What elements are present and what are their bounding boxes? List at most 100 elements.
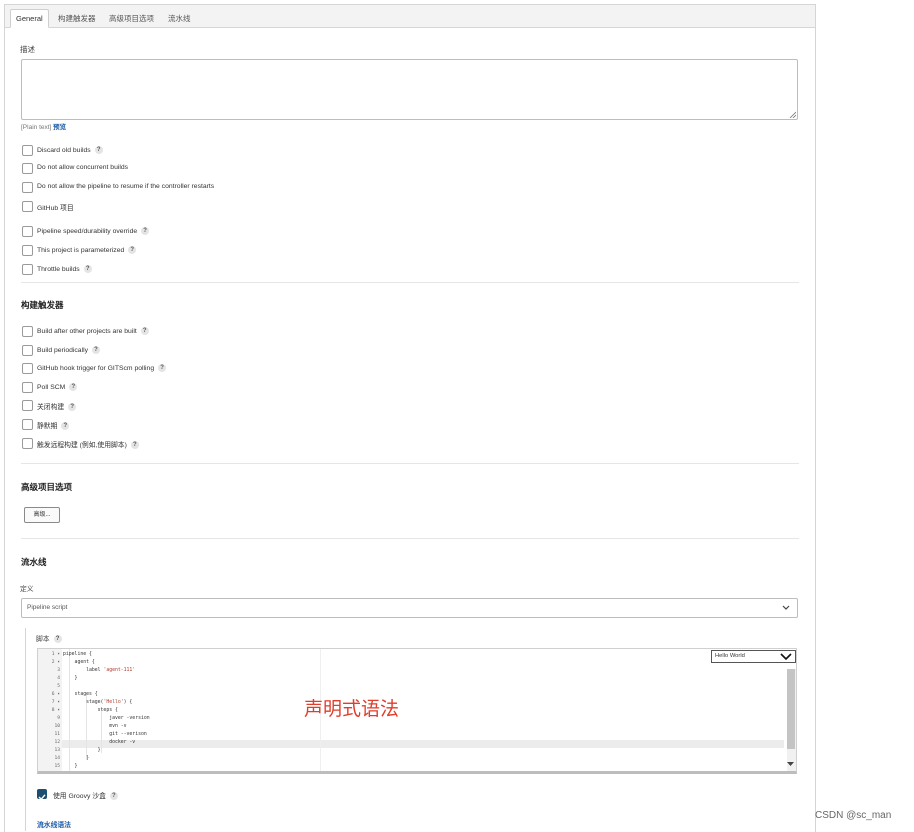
help-icon[interactable]: ?	[83, 265, 92, 273]
sample-script-select[interactable]: Hello World	[711, 650, 796, 663]
script-label: 脚本	[36, 636, 50, 643]
chevron-down-icon	[780, 653, 792, 661]
definition-selected-value: Pipeline script	[27, 604, 68, 611]
help-icon[interactable]: ?	[109, 792, 118, 801]
groovy-sandbox-label: 使用 Groovy 沙盒	[53, 793, 106, 800]
help-icon[interactable]: ?	[53, 635, 62, 644]
checkbox[interactable]	[22, 326, 33, 337]
line-number: 6 ▾	[51, 692, 60, 697]
tab-build-triggers[interactable]: 构建触发器	[53, 10, 101, 28]
editor-scrollbar-thumb[interactable]	[787, 669, 795, 749]
help-icon[interactable]: ?	[141, 227, 150, 235]
active-line-highlight	[62, 740, 784, 748]
help-icon[interactable]: ?	[69, 383, 78, 391]
code-line: }	[63, 756, 89, 761]
plain-text-label: [Plain text]	[21, 124, 52, 131]
section-divider	[21, 463, 799, 464]
groovy-sandbox-label-row: 使用 Groovy 沙盒?	[53, 790, 118, 801]
line-number: 2 ▾	[51, 660, 60, 665]
code-string: 'Hello'	[103, 700, 124, 705]
tab-advanced-options[interactable]: 高级项目选项	[104, 10, 159, 28]
checkbox[interactable]	[22, 182, 33, 193]
pipeline-syntax-link[interactable]: 流水线语法	[37, 819, 71, 829]
checkbox[interactable]	[22, 245, 33, 256]
checkbox[interactable]	[22, 264, 33, 275]
help-icon[interactable]: ?	[92, 346, 101, 354]
code-string: 'agent-111'	[103, 668, 136, 673]
watermark: CSDN @sc_man	[815, 810, 892, 821]
line-number: 8 ▾	[51, 708, 60, 713]
option-label: Do not allow concurrent builds	[37, 164, 129, 171]
line-number: 15	[54, 764, 60, 769]
checkbox[interactable]	[22, 438, 33, 449]
code-line: docker -v	[63, 740, 135, 745]
tab-general[interactable]: General	[10, 9, 49, 28]
code-text: steps {	[63, 708, 118, 713]
help-icon[interactable]: ?	[130, 441, 139, 450]
help-icon[interactable]: ?	[128, 246, 137, 254]
code-line: }	[63, 676, 78, 681]
code-text: javer -version	[63, 716, 150, 721]
option-label: GitHub hook trigger for GITScm polling	[37, 364, 155, 372]
code-line: }	[63, 748, 101, 753]
definition-label: 定义	[20, 586, 34, 593]
code-line: stage('Hello') {	[63, 700, 132, 705]
help-icon[interactable]: ?	[68, 403, 77, 412]
section-divider	[21, 282, 799, 283]
code-text: stages {	[63, 692, 98, 697]
script-editor[interactable]: 1 ▾ pipeline {2 ▾ agent {3 label 'agent-1…	[37, 648, 797, 774]
option-label: GitHub 项目	[37, 205, 74, 212]
option-label: Build periodically	[37, 346, 89, 354]
checkbox[interactable]	[22, 145, 33, 156]
line-number: 10	[54, 724, 60, 729]
script-label-row: 脚本?	[36, 633, 62, 644]
preview-link[interactable]: 预览	[53, 124, 66, 131]
checkbox[interactable]	[22, 363, 33, 374]
definition-select[interactable]: Pipeline script	[21, 598, 798, 618]
checkbox[interactable]	[22, 400, 33, 411]
line-number: 13	[54, 748, 60, 753]
build-triggers-title: 构建触发器	[21, 300, 64, 310]
checkbox[interactable]	[22, 226, 33, 237]
line-number: 12	[54, 740, 60, 745]
option-label: 静默期	[37, 423, 58, 430]
checkbox[interactable]	[22, 382, 33, 393]
code-text: agent {	[63, 660, 95, 665]
option-label: Throttle builds	[37, 265, 80, 273]
resize-handle-icon[interactable]	[789, 111, 796, 118]
pipeline-title: 流水线	[21, 557, 47, 567]
tab-pipeline[interactable]: 流水线	[163, 10, 196, 28]
checkbox[interactable]	[22, 419, 33, 430]
option-label: Build after other projects are built	[37, 327, 137, 335]
help-icon[interactable]: ?	[61, 422, 70, 431]
section-divider	[21, 538, 799, 539]
section-tabs: General 构建触发器 高级项目选项 流水线	[5, 5, 815, 28]
code-line: mvn -v	[63, 724, 126, 729]
option-label: 关闭构建	[37, 404, 65, 411]
help-icon[interactable]: ?	[140, 327, 149, 335]
code-text: stage(	[63, 700, 104, 705]
checkbox[interactable]	[22, 163, 33, 174]
line-number: 3	[57, 668, 60, 673]
code-text: ) {	[123, 700, 133, 705]
advanced-options-title: 高级项目选项	[21, 482, 73, 492]
line-number: 5	[57, 684, 60, 689]
code-text: }	[63, 764, 78, 769]
scroll-down-arrow-icon[interactable]	[787, 761, 794, 767]
line-number: 1 ▾	[51, 652, 60, 657]
groovy-sandbox-checkbox[interactable]	[37, 789, 47, 801]
help-icon[interactable]: ?	[158, 364, 167, 372]
code-text: git --verison	[63, 732, 147, 737]
code-text: label	[63, 668, 104, 673]
line-number: 14	[54, 756, 60, 761]
line-number: 11	[54, 732, 60, 737]
annotation-overlay-text: 声明式语法	[304, 698, 400, 720]
help-icon[interactable]: ?	[94, 146, 103, 154]
checkbox[interactable]	[22, 345, 33, 356]
code-line: steps {	[63, 708, 118, 713]
option-label: Poll SCM	[37, 383, 66, 391]
description-textarea[interactable]	[21, 59, 798, 120]
advanced-button[interactable]: 高级...	[24, 507, 60, 523]
checkbox[interactable]	[22, 201, 33, 212]
code-text: }	[63, 676, 78, 681]
